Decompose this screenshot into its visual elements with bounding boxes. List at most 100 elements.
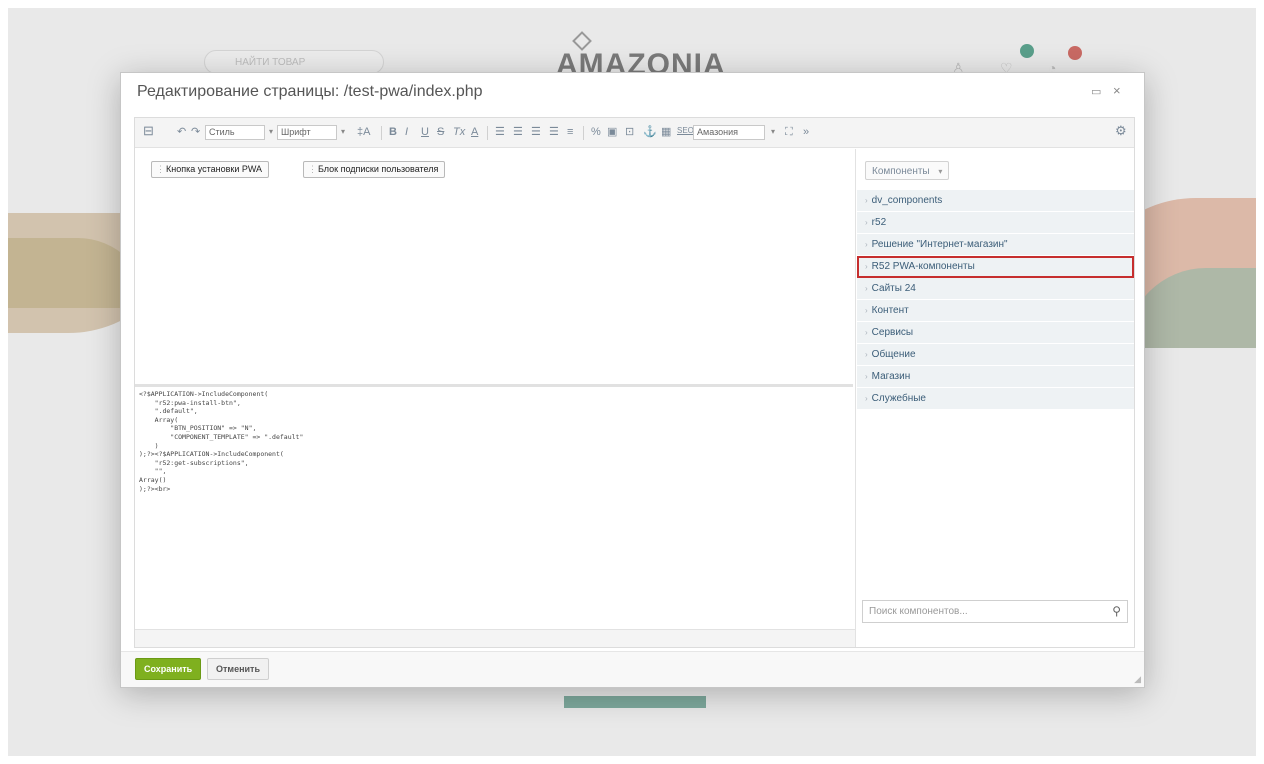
code-line: "COMPONENT_TEMPLATE" => ".default" <box>139 432 304 441</box>
cancel-button[interactable]: Отменить <box>207 658 269 680</box>
tree-item-label: Контент <box>871 305 909 316</box>
chevron-right-icon[interactable]: › <box>865 218 868 227</box>
component-search-input[interactable]: Поиск компонентов... ⚲ <box>862 600 1128 623</box>
chevron-down-icon[interactable]: ▾ <box>771 127 775 136</box>
tree-item[interactable]: › Служебные <box>857 388 1134 410</box>
tree-item[interactable]: › dv_components <box>857 190 1134 212</box>
component-chip-label: Кнопка установки PWA <box>166 164 263 174</box>
chevron-right-icon[interactable]: › <box>865 262 868 271</box>
indent-icon[interactable]: ☰ <box>531 125 541 139</box>
tree-item-label: Служебные <box>871 393 926 404</box>
link-icon[interactable]: % <box>591 125 601 139</box>
drag-handle-icon[interactable]: ⋮ <box>308 164 317 175</box>
tree-item[interactable]: › R52 PWA-компоненты <box>857 256 1134 278</box>
seo-icon[interactable]: SEO <box>677 124 694 138</box>
chevron-right-icon[interactable]: › <box>865 196 868 205</box>
tree-item-label: Сайты 24 <box>871 283 916 294</box>
tree-item[interactable]: › Общение <box>857 344 1134 366</box>
toolbar-divider <box>583 126 584 140</box>
image-icon[interactable]: ▣ <box>607 125 617 139</box>
visual-edit-area[interactable]: ⋮ Кнопка установки PWA ⋮ Блок подписки п… <box>135 149 853 384</box>
align-icon[interactable]: ≡ <box>567 125 573 139</box>
more-icon[interactable]: » <box>803 125 809 139</box>
view-mode-icon[interactable]: ⊟ <box>143 124 154 138</box>
chevron-right-icon[interactable]: › <box>865 350 868 359</box>
tree-item[interactable]: › Контент <box>857 300 1134 322</box>
ordered-list-icon[interactable]: ☰ <box>495 125 505 139</box>
font-select[interactable]: Шрифт <box>277 125 337 140</box>
chevron-down-icon[interactable]: ▾ <box>341 127 345 136</box>
code-line: Array() <box>139 475 167 484</box>
chevron-down-icon[interactable]: ▾ <box>269 127 273 136</box>
editor-splitter[interactable] <box>135 384 853 387</box>
component-search-placeholder: Поиск компонентов... <box>869 606 968 617</box>
site-search-input: НАЙТИ ТОВАР <box>204 50 384 74</box>
bold-icon[interactable]: B <box>389 125 397 139</box>
chevron-right-icon[interactable]: › <box>865 284 868 293</box>
dialog-footer: Сохранить Отменить ◢ <box>121 651 1144 687</box>
outdent-icon[interactable]: ☰ <box>549 125 559 139</box>
chevron-down-icon[interactable]: ▾ <box>938 167 942 176</box>
components-dropdown-label: Компоненты <box>872 166 930 177</box>
chevron-right-icon[interactable]: › <box>865 306 868 315</box>
italic-icon[interactable]: I <box>405 125 408 139</box>
style-select[interactable]: Стиль <box>205 125 265 140</box>
table-icon[interactable]: ▦ <box>661 125 671 139</box>
code-line: ) <box>139 441 159 450</box>
maximize-icon[interactable]: ▭ <box>1091 85 1101 98</box>
video-icon[interactable]: ⊡ <box>625 125 634 139</box>
tree-item-label: r52 <box>871 217 887 228</box>
code-editor[interactable]: <?$APPLICATION->IncludeComponent( "r52:p… <box>139 390 849 640</box>
close-icon[interactable]: × <box>1113 83 1121 98</box>
text-color-icon[interactable]: A <box>471 125 478 139</box>
code-line: Array( <box>139 415 179 424</box>
code-line: );?><br> <box>139 484 171 493</box>
tree-item-label: dv_components <box>871 195 943 206</box>
resize-handle-icon[interactable]: ◢ <box>1134 674 1141 685</box>
components-tree: › dv_components › r52 › Решение "Интернет-маг… <box>857 190 1134 410</box>
anchor-icon[interactable]: ⚓ <box>643 125 657 139</box>
tree-item[interactable]: › Магазин <box>857 366 1134 388</box>
unordered-list-icon[interactable]: ☰ <box>513 125 523 139</box>
components-dropdown[interactable]: Компоненты ▾ <box>865 161 950 180</box>
tree-item[interactable]: › Сервисы <box>857 322 1134 344</box>
chevron-right-icon[interactable]: › <box>865 328 868 337</box>
dialog-title: Редактирование страницы: /test-pwa/index… <box>137 83 483 100</box>
save-button[interactable]: Сохранить <box>135 658 202 680</box>
code-line: "", <box>139 467 167 476</box>
settings-gear-icon[interactable]: ⚙ <box>1115 124 1127 138</box>
tree-item-label: Общение <box>871 349 916 360</box>
tree-item-label: R52 PWA-компоненты <box>871 261 975 272</box>
code-line: "r52:pwa-install-btn", <box>139 398 241 407</box>
chevron-right-icon[interactable]: › <box>865 372 868 381</box>
code-line: "BTN_POSITION" => "N", <box>139 424 257 433</box>
code-line: <?$APPLICATION->IncludeComponent( <box>139 390 269 398</box>
fullscreen-icon[interactable]: ⛶ <box>785 125 793 139</box>
background-button <box>564 696 706 708</box>
favorites-count-badge <box>1020 44 1034 58</box>
redo-icon[interactable]: ↷ <box>191 125 200 139</box>
component-chip-subscriptions[interactable]: ⋮ Блок подписки пользователя <box>303 161 446 178</box>
chevron-right-icon[interactable]: › <box>865 394 868 403</box>
template-select[interactable]: Амазония <box>693 125 765 140</box>
search-icon[interactable]: ⚲ <box>1112 604 1121 618</box>
font-size-icon[interactable]: ‡A <box>357 125 370 139</box>
cart-count-badge <box>1068 46 1082 60</box>
tree-item-label: Магазин <box>871 371 911 382</box>
chevron-right-icon[interactable]: › <box>865 240 868 249</box>
underline-icon[interactable]: U <box>421 125 429 139</box>
edit-page-dialog: Редактирование страницы: /test-pwa/index… <box>120 72 1145 688</box>
tree-item[interactable]: › r52 <box>857 212 1134 234</box>
component-chip-pwa-install[interactable]: ⋮ Кнопка установки PWA <box>151 161 270 178</box>
tree-item[interactable]: › Решение "Интернет-магазин" <box>857 234 1134 256</box>
editor-toolbar: ⊟ ↶ ↷ Стиль ▾ Шрифт ▾ ‡A B I U S Tx A ☰ … <box>135 118 1134 148</box>
components-panel: Компоненты ▾ › dv_components › r52 › Решение … <box>855 149 1134 647</box>
html-editor: ⊟ ↶ ↷ Стиль ▾ Шрифт ▾ ‡A B I U S Tx A ☰ … <box>134 117 1135 648</box>
tree-item[interactable]: › Сайты 24 <box>857 278 1134 300</box>
strikethrough-icon[interactable]: S <box>437 125 444 139</box>
drag-handle-icon[interactable]: ⋮ <box>156 164 165 175</box>
component-chip-label: Блок подписки пользователя <box>318 164 439 174</box>
clear-format-icon[interactable]: Tx <box>453 125 465 139</box>
undo-icon[interactable]: ↶ <box>177 125 186 139</box>
code-line: );?><?$APPLICATION->IncludeComponent( <box>139 450 284 459</box>
